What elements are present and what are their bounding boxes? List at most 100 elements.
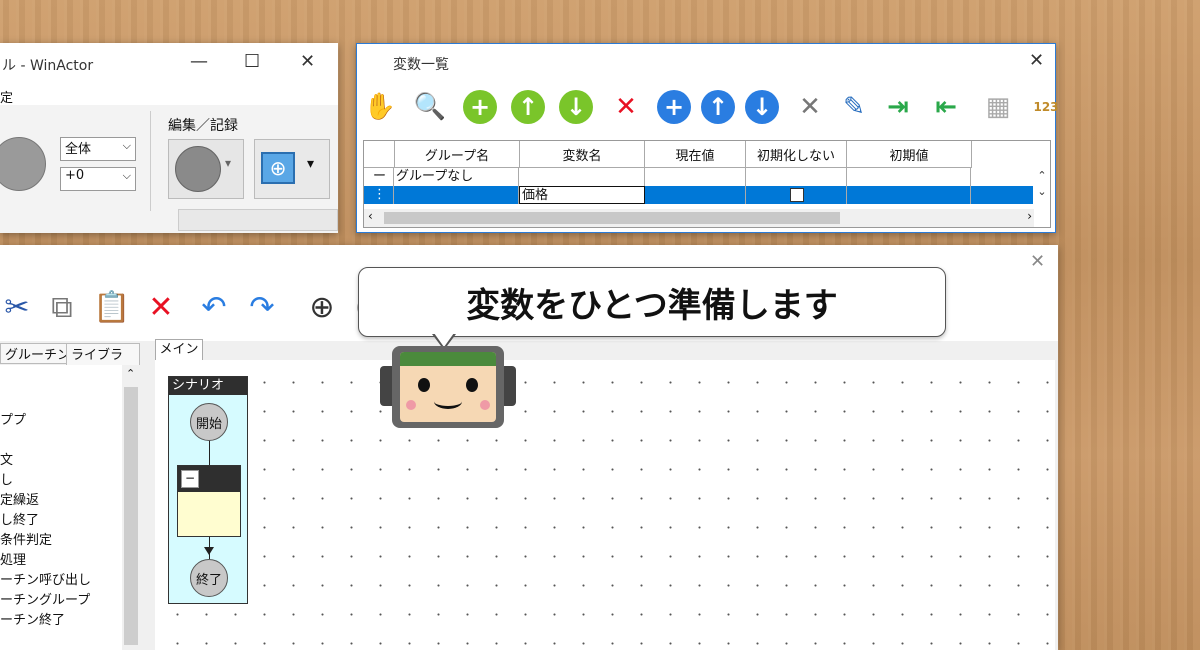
ribbon: 全体 ⌵ +0 ⌵ 編集／記録 ▾ ⊕ ▾ <box>0 105 338 233</box>
group-header: − <box>178 466 240 492</box>
tree-item[interactable]: ププ <box>0 409 26 428</box>
tree-item[interactable]: 処理 <box>0 549 26 568</box>
row-marker: ー <box>364 168 394 186</box>
paste-icon[interactable]: 📋 <box>92 285 132 329</box>
search-icon[interactable]: 🔍 <box>411 88 449 126</box>
no-init-checkbox[interactable] <box>790 188 804 202</box>
tree-item[interactable]: 定繰返 <box>0 489 39 508</box>
group-name-cell[interactable] <box>394 186 519 204</box>
row-header-corner <box>364 141 395 168</box>
scroll-up-icon[interactable]: ⌃ <box>126 367 135 380</box>
collapse-icon[interactable]: − <box>181 470 199 488</box>
variable-list-window: 変数一覧 ✕ ✋ 🔍 + ↑ ↓ ✕ + ↑ ↓ ✕ ✎ ⇥ ⇤ ▦ 123 グ… <box>356 43 1059 233</box>
edit-record-button[interactable]: ▾ <box>168 139 244 199</box>
import-icon[interactable]: ⇥ <box>879 88 917 126</box>
arrow-down-icon <box>204 547 214 555</box>
vertical-scrollbar[interactable]: ⌃ ⌄ <box>1034 168 1050 204</box>
scroll-thumb[interactable] <box>124 387 138 645</box>
column-header[interactable]: 現在値 <box>645 141 746 168</box>
offset-dropdown[interactable]: +0 ⌵ <box>60 167 136 191</box>
minimize-button[interactable]: — <box>190 51 208 72</box>
node-tree: ププ 文 し 定繰返 し終了 条件判定 処理 ーチン呼び出し ーチングループ ー… <box>0 365 140 650</box>
scope-dropdown[interactable]: 全体 ⌵ <box>60 137 136 161</box>
end-node[interactable]: 終了 <box>190 559 228 597</box>
status-field <box>178 209 338 231</box>
delete-gray-icon[interactable]: ✕ <box>791 88 829 126</box>
add-blue-icon[interactable]: + <box>655 88 693 126</box>
close-button[interactable]: ✕ <box>1029 50 1044 71</box>
scroll-left-icon[interactable]: ‹ <box>368 209 373 223</box>
tree-item[interactable]: 条件判定 <box>0 529 52 548</box>
hand-icon[interactable]: ✋ <box>361 88 399 126</box>
column-header[interactable]: 変数名 <box>520 141 645 168</box>
export-icon[interactable]: ⇤ <box>927 88 965 126</box>
arrow-up-icon[interactable]: ↑ <box>509 88 547 126</box>
copy-icon[interactable]: ⧉ <box>44 285 80 329</box>
no-init-checkbox-cell[interactable] <box>746 186 847 204</box>
tab-group-routine[interactable]: グルーチン <box>0 343 76 364</box>
current-value-cell[interactable] <box>645 168 746 186</box>
delete-icon[interactable]: ✕ <box>607 88 645 126</box>
zoom-in-icon[interactable]: ⊕ <box>304 285 340 329</box>
record-button-icon[interactable] <box>0 137 46 191</box>
mascot-icon <box>380 346 516 430</box>
initial-value-cell[interactable] <box>847 168 971 186</box>
left-tab-bar: グルーチン ライブラリ <box>0 341 140 383</box>
initial-value-cell[interactable] <box>847 186 971 204</box>
horizontal-scrollbar[interactable]: ‹ › <box>364 209 1034 227</box>
tree-item[interactable]: ーチン呼び出し <box>0 569 91 588</box>
close-button[interactable]: ✕ <box>300 51 315 72</box>
edit-icon[interactable]: ✎ <box>835 88 873 126</box>
record-circle-icon <box>175 146 221 192</box>
redo-icon[interactable]: ↷ <box>244 285 280 329</box>
crosshair-icon: ⊕ <box>261 152 295 184</box>
arrow-down-icon[interactable]: ↓ <box>557 88 595 126</box>
offset-dropdown-value: +0 <box>65 168 85 183</box>
target-select-button[interactable]: ⊕ ▾ <box>254 139 330 199</box>
start-node[interactable]: 開始 <box>190 403 228 441</box>
delete-icon[interactable]: ✕ <box>146 285 176 329</box>
scenario-container[interactable]: シナリオ 開始 − 終了 <box>168 376 248 604</box>
column-header[interactable]: 初期値 <box>847 141 972 168</box>
add-icon[interactable]: + <box>461 88 499 126</box>
tree-item[interactable]: ーチングループ <box>0 589 90 608</box>
undo-icon[interactable]: ↶ <box>196 285 232 329</box>
variable-grid: グループ名 変数名 現在値 初期化しない 初期値 ー グループなし ⋮ 価格 ⌃… <box>363 140 1051 228</box>
menu-item-settings[interactable]: 定 <box>0 87 13 106</box>
arrow-up-blue-icon[interactable]: ↑ <box>699 88 737 126</box>
column-header[interactable]: グループ名 <box>395 141 520 168</box>
counter-icon[interactable]: 123 <box>1027 88 1065 126</box>
tree-item[interactable]: し <box>0 469 13 488</box>
maximize-button[interactable]: ☐ <box>244 51 260 72</box>
no-init-cell[interactable] <box>746 168 847 186</box>
variable-name-cell[interactable] <box>519 168 645 186</box>
scroll-right-icon[interactable]: › <box>1027 209 1032 223</box>
speech-bubble: 変数をひとつ準備します <box>358 267 946 337</box>
variable-name-input[interactable]: 価格 <box>519 186 645 204</box>
group-name-cell[interactable]: グループなし <box>394 168 519 186</box>
tab-main[interactable]: メイン <box>155 339 203 362</box>
table-row-selected[interactable]: ⋮ 価格 <box>364 186 1033 204</box>
arrow-down-blue-icon[interactable]: ↓ <box>743 88 781 126</box>
close-button[interactable]: ✕ <box>1030 251 1045 272</box>
current-value-cell[interactable] <box>645 186 746 204</box>
tree-item[interactable]: し終了 <box>0 509 39 528</box>
dropdown-arrow-icon: ▾ <box>225 156 232 170</box>
menubar: 定 <box>0 85 338 106</box>
main-titlebar: ル - WinActor — ☐ ✕ <box>0 43 338 85</box>
chevron-down-icon: ⌵ <box>122 139 131 152</box>
tree-item[interactable]: 文 <box>0 449 13 468</box>
flow-canvas[interactable] <box>155 360 1055 650</box>
scroll-thumb[interactable] <box>384 212 840 224</box>
group-node[interactable]: − <box>177 465 241 537</box>
table-row[interactable]: ー グループなし <box>364 168 1033 186</box>
callout-text: 変数をひとつ準備します <box>466 285 838 326</box>
divider <box>150 111 151 211</box>
tree-item[interactable]: ーチン終了 <box>0 609 65 628</box>
dropdown-arrow-icon: ▾ <box>307 156 315 172</box>
grid-icon[interactable]: ▦ <box>979 88 1017 126</box>
tree-scrollbar[interactable]: ⌃ <box>122 365 140 650</box>
column-header[interactable]: 初期化しない <box>746 141 847 168</box>
cut-icon[interactable]: ✂ <box>0 285 34 329</box>
main-window: ル - WinActor — ☐ ✕ 定 全体 ⌵ +0 ⌵ 編集／記録 ▾ ⊕… <box>0 43 338 233</box>
